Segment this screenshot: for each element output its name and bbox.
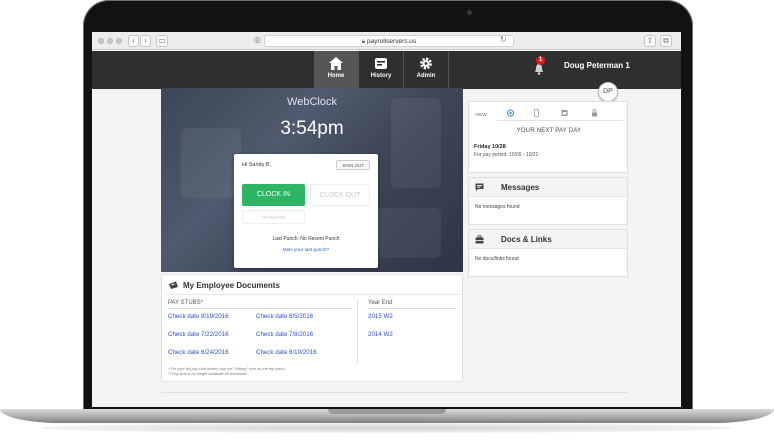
url-text: payrollservers.us [367, 38, 417, 45]
browser-toolbar: ‹ › ▭ ◎ 🔒︎ payrollservers.us ↻ ⇧ ⧉ [92, 32, 681, 50]
nav-history[interactable]: History [359, 51, 403, 89]
next-payday-date: Friday 10/28 [474, 144, 506, 150]
pay-stub-link[interactable]: Check date 7/8/2016 [256, 331, 313, 338]
w2-link[interactable]: 2014 W2 [368, 331, 393, 338]
clock-in-button[interactable]: CLOCK IN [242, 184, 305, 206]
calendar-view-icon[interactable] [561, 109, 568, 117]
employee-documents-panel: My Employee Documents PAY STUBS* Year En… [161, 274, 463, 382]
privacy-icon[interactable]: ◎ [252, 35, 263, 47]
pay-stub-link[interactable]: Check date 7/22/2016 [168, 331, 229, 338]
punch-card: Hi Sandy B, SIGN OUT CLOCK IN CLOCK OUT … [234, 154, 378, 268]
ticket-icon [169, 281, 178, 289]
divider [168, 308, 352, 309]
next-payday-heading: YOUR NEXT PAY DAY [516, 128, 582, 134]
view-switcher [497, 107, 623, 121]
laptop-shadow [40, 423, 734, 433]
divider [166, 294, 460, 295]
footnote: ** Pay stub is no longer available for d… [168, 372, 248, 376]
web-view-icon[interactable] [507, 109, 514, 117]
docs-links-empty-text: No docs/links found [475, 256, 519, 262]
w2-link[interactable]: 2015 W2 [368, 313, 393, 320]
next-payday-widget: VIEW: YOUR NEXT PAY DAY Friday 10/28 For… [468, 101, 628, 173]
current-time: 3:54pm [280, 118, 344, 139]
history-icon [375, 58, 387, 69]
home-icon [329, 57, 343, 70]
back-icon[interactable]: ‹ [128, 35, 139, 47]
messages-empty-text: No messages found [475, 204, 520, 210]
notification-badge: 1 [536, 56, 545, 65]
nav-admin[interactable]: Admin [404, 51, 448, 89]
lock-view-icon[interactable] [591, 109, 598, 117]
clock-out-button[interactable]: CLOCK OUT [310, 184, 370, 206]
app-navbar: Home History Admin 1 Doug Peterman 1 [92, 51, 681, 89]
window-close-dot[interactable] [98, 38, 104, 44]
pay-stub-link[interactable]: Check date 6/24/2016 [168, 349, 229, 356]
docs-links-title: Docs & Links [501, 235, 552, 244]
pay-period: For pay period: 10/09 - 10/22 [474, 152, 539, 158]
lock-icon: 🔒︎ [361, 39, 366, 45]
docs-links-widget: Docs & Links No docs/links found [468, 229, 628, 277]
greeting: Hi Sandy B, [242, 162, 272, 168]
last-punch-text: Last Punch: No Recent Punch [272, 236, 340, 242]
pay-stub-link[interactable]: Check date 8/19/2016 [168, 313, 229, 320]
view-label: VIEW: [475, 112, 488, 117]
avatar[interactable]: DP [598, 82, 618, 102]
nav-history-label: History [370, 73, 392, 79]
gear-icon [420, 57, 432, 70]
transfer-button[interactable]: TRANSFER [242, 210, 305, 224]
tabs-icon[interactable]: ⧉ [660, 35, 672, 47]
documents-title: My Employee Documents [183, 281, 280, 290]
laptop-screen: ‹ › ▭ ◎ 🔒︎ payrollservers.us ↻ ⇧ ⧉ Home H… [92, 32, 681, 407]
messages-widget: Messages No messages found [468, 177, 628, 225]
docs-links-header: Docs & Links [469, 230, 627, 249]
url-bar[interactable]: 🔒︎ payrollservers.us [264, 35, 514, 47]
year-end-header: Year End [368, 300, 393, 306]
share-icon[interactable]: ⇧ [644, 35, 656, 47]
messages-header: Messages [469, 178, 627, 197]
sign-out-button[interactable]: SIGN OUT [336, 160, 370, 170]
user-name[interactable]: Doug Peterman 1 [564, 61, 630, 70]
reload-icon[interactable]: ↻ [500, 35, 507, 44]
missed-punch-link[interactable]: Miss your last punch? [234, 248, 378, 253]
nav-home-label: Home [327, 73, 345, 79]
messages-title: Messages [501, 183, 540, 192]
window-zoom-dot[interactable] [116, 38, 122, 44]
webclock-panel: WebClock 3:54pm Hi Sandy B, SIGN OUT CLO… [161, 88, 463, 272]
forward-icon[interactable]: › [140, 35, 151, 47]
sidebar-icon[interactable]: ▭ [156, 35, 168, 47]
pay-stubs-header: PAY STUBS* [168, 300, 204, 306]
chat-icon [475, 183, 484, 192]
footnote: * For your full pay stub history, use th… [168, 367, 286, 371]
nav-home[interactable]: Home [314, 51, 358, 89]
background-shape [391, 98, 441, 188]
pay-stub-link[interactable]: Check date 8/5/2016 [256, 313, 313, 320]
mobile-view-icon[interactable] [533, 109, 540, 117]
documents-heading: My Employee Documents [168, 281, 280, 290]
webclock-title: WebClock [287, 96, 337, 108]
laptop-notch [328, 409, 446, 414]
nav-separator [448, 51, 449, 89]
footer-divider [161, 392, 628, 393]
briefcase-icon [475, 235, 484, 244]
camera [467, 10, 472, 15]
divider [368, 308, 456, 309]
pay-stub-link[interactable]: Check date 6/10/2016 [256, 349, 317, 356]
nav-admin-label: Admin [416, 73, 436, 79]
column-divider [357, 299, 358, 364]
window-minimize-dot[interactable] [107, 38, 113, 44]
